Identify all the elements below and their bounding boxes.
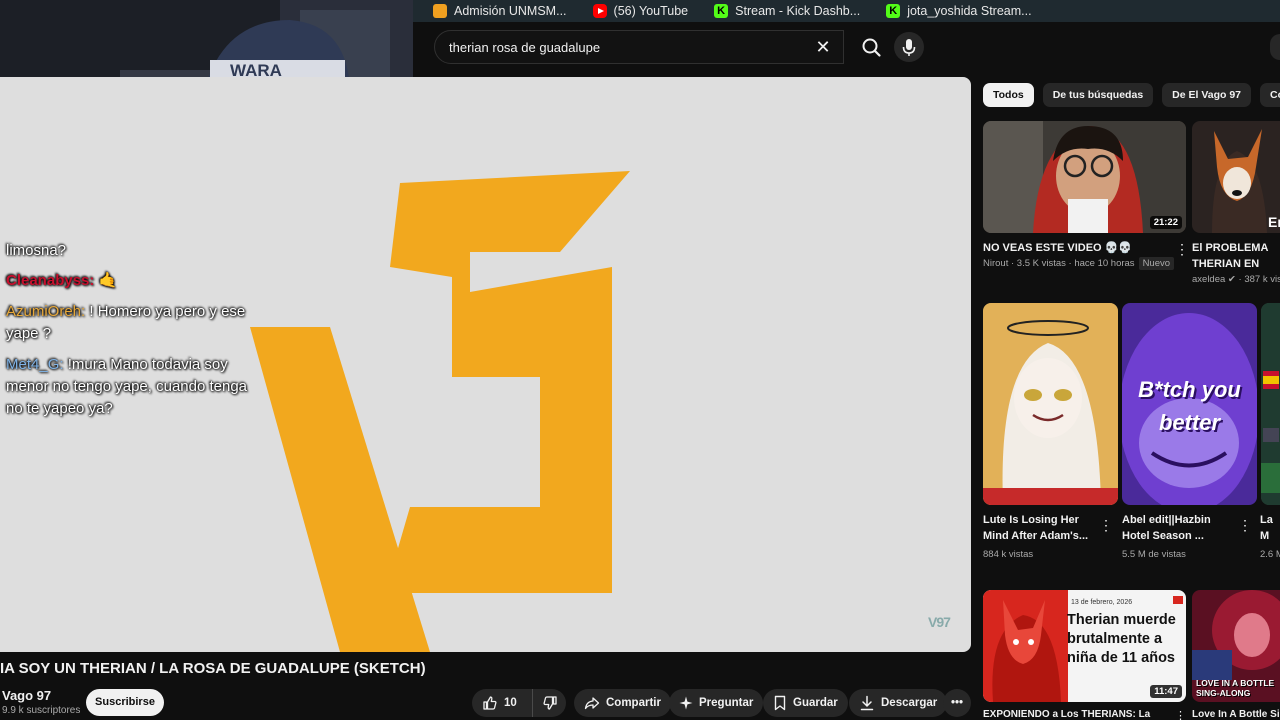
video-thumbnail[interactable]: 13 de febrero, 2026 Therian muerde bruta… [983, 590, 1186, 702]
video-menu-icon[interactable]: ⋮ [1175, 242, 1189, 256]
thumbnail-image: En [1192, 121, 1280, 233]
thumbnail-image [1261, 303, 1280, 505]
short-thumbnail[interactable] [1261, 303, 1280, 505]
share-button[interactable]: Compartir [574, 689, 671, 717]
view-count: 2.6 M [1260, 549, 1280, 560]
bookmark-label: Admisión UNMSM... [454, 4, 567, 18]
like-button[interactable]: 10 [472, 689, 532, 717]
short-title[interactable]: La M Con [1260, 512, 1280, 544]
download-button[interactable]: Descargar [849, 689, 948, 717]
masthead: ✕ [413, 22, 1280, 77]
video-title[interactable]: El PROBLEMA THERIAN EN ARGENTINA [1192, 240, 1280, 272]
search-box [434, 30, 844, 64]
video-title[interactable]: EXPONIENDO a Los THERIANS: La [983, 709, 1168, 720]
view-count: 3.5 K vistas · hace 10 horas [1016, 258, 1135, 269]
kick-icon: K [714, 4, 729, 18]
view-count: 884 k vistas [983, 549, 1034, 560]
like-count: 10 [504, 697, 517, 709]
chat-username: AzumiOreh: [6, 303, 86, 320]
video-duration: 11:47 [1150, 685, 1182, 698]
kick-icon: K [886, 4, 901, 18]
thumbnail-caption: B*tch you better [1138, 377, 1241, 435]
bookmarks-bar: Admisión UNMSM... (56) YouTube K Stream … [413, 0, 1280, 22]
video-duration: 21:22 [1149, 216, 1182, 229]
share-icon [584, 697, 600, 710]
short-title[interactable]: Abel edit||Hazbin Hotel Season ... [1122, 512, 1237, 544]
chat-message: Met4_G: !mura Mano todavia soy menor no … [6, 354, 256, 420]
bookmark-label: (56) YouTube [613, 4, 689, 18]
new-badge: Nuevo [1138, 257, 1175, 270]
chat-message: limosna? [6, 240, 256, 262]
channel-watermark: V97 [928, 614, 951, 630]
video-title: IA SOY UN THERIAN / LA ROSA DE GUADALUPE… [0, 660, 426, 677]
bookmark-label: jota_yoshida Stream... [907, 4, 1032, 18]
chat-message: Cleanabyss: 🤙 [6, 270, 256, 292]
youtube-icon [592, 4, 607, 18]
thumbnail-date: 13 de febrero, 2026 [1071, 599, 1133, 606]
bookmark-kick-stream[interactable]: K jota_yoshida Stream... [886, 4, 1032, 18]
chip-all[interactable]: Todos [983, 83, 1034, 107]
chip-from-your-searches[interactable]: De tus búsquedas [1042, 83, 1154, 107]
bookmark-label: Stream - Kick Dashb... [735, 4, 861, 18]
short-title[interactable]: Lute Is Losing Her Mind After Adam's... [983, 512, 1098, 544]
chip-comedy[interactable]: Comedia [1260, 83, 1280, 107]
bookmark-youtube[interactable]: (56) YouTube [592, 4, 689, 18]
verified-icon: ✔ [1227, 274, 1236, 285]
video-thumbnail[interactable]: LOVE IN A BOTTLE SING-ALONG [1192, 590, 1280, 702]
thumbnail-caption: Therian muerde brutalmente a niña de 11 … [1067, 612, 1176, 666]
thumbnail-caption: LOVE IN A BOTTLE SING-ALONG [1196, 678, 1275, 698]
save-button[interactable]: Guardar [763, 689, 848, 717]
download-label: Descargar [881, 697, 938, 709]
video-meta: axeldea ✔ · 387 k vis [1192, 274, 1280, 285]
view-count: 5.5 M de vistas [1122, 549, 1186, 560]
microphone-icon [902, 39, 916, 56]
chat-text: 🤙 [94, 272, 118, 289]
video-thumbnail[interactable]: 21:22 [983, 121, 1186, 233]
thumbs-up-icon [483, 696, 497, 710]
thumbs-down-icon [542, 696, 557, 710]
more-actions-button[interactable]: ••• [943, 689, 971, 717]
ask-button[interactable]: Preguntar [669, 689, 764, 717]
video-thumbnail[interactable]: En [1192, 121, 1280, 233]
short-menu-icon[interactable]: ⋮ [1238, 518, 1252, 532]
short-menu-icon[interactable]: ⋮ [1099, 518, 1113, 532]
video-title[interactable]: NO VEAS ESTE VIDEO 💀💀 [983, 240, 1168, 256]
subscriber-count: 9.9 k suscriptores [2, 705, 81, 716]
channel-name[interactable]: axeldea [1192, 274, 1225, 285]
subscribe-button[interactable]: Suscribirse [86, 689, 164, 716]
view-count: 387 k vis [1244, 274, 1280, 285]
short-thumbnail[interactable] [983, 303, 1118, 505]
thumbnail-image [983, 303, 1118, 505]
video-menu-icon[interactable]: ⋮ [1175, 709, 1186, 720]
chat-text: limosna? [6, 242, 67, 259]
voice-search-button[interactable] [894, 32, 924, 62]
chat-username: Met4_G: [6, 356, 64, 373]
chat-username: Cleanabyss: [6, 272, 95, 289]
download-icon [860, 695, 874, 711]
sparkle-icon [679, 696, 693, 710]
chat-message: AzumiOreh: ! Homero ya pero y ese yape ? [6, 301, 256, 345]
channel-name[interactable]: Nirout [983, 258, 1008, 269]
clear-search-button[interactable]: ✕ [812, 36, 834, 58]
stream-chat-overlay: limosna? Cleanabyss: 🤙 AzumiOreh: ! Home… [6, 240, 256, 429]
channel-name[interactable]: Vago 97 [2, 688, 51, 703]
video-meta: Nirout · 3.5 K vistas · hace 10 horas Nue… [983, 257, 1175, 270]
bookmark-icon [774, 695, 786, 711]
bookmark-admision[interactable]: Admisión UNMSM... [433, 4, 567, 18]
short-thumbnail[interactable]: B*tch you better [1122, 303, 1257, 505]
create-button[interactable] [1270, 34, 1280, 60]
save-label: Guardar [793, 697, 838, 709]
ask-label: Preguntar [699, 697, 754, 709]
chip-from-channel[interactable]: De El Vago 97 [1162, 83, 1252, 107]
svg-text:En: En [1268, 214, 1280, 230]
bookmark-kick-dashboard[interactable]: K Stream - Kick Dashb... [714, 4, 860, 18]
document-icon [433, 4, 447, 18]
video-title[interactable]: Love In A Bottle Si [1192, 709, 1280, 720]
search-input[interactable] [449, 39, 799, 55]
filter-chips: Todos De tus búsquedas De El Vago 97 Com… [983, 83, 1280, 107]
share-label: Compartir [606, 697, 661, 709]
dislike-button[interactable] [532, 689, 566, 717]
